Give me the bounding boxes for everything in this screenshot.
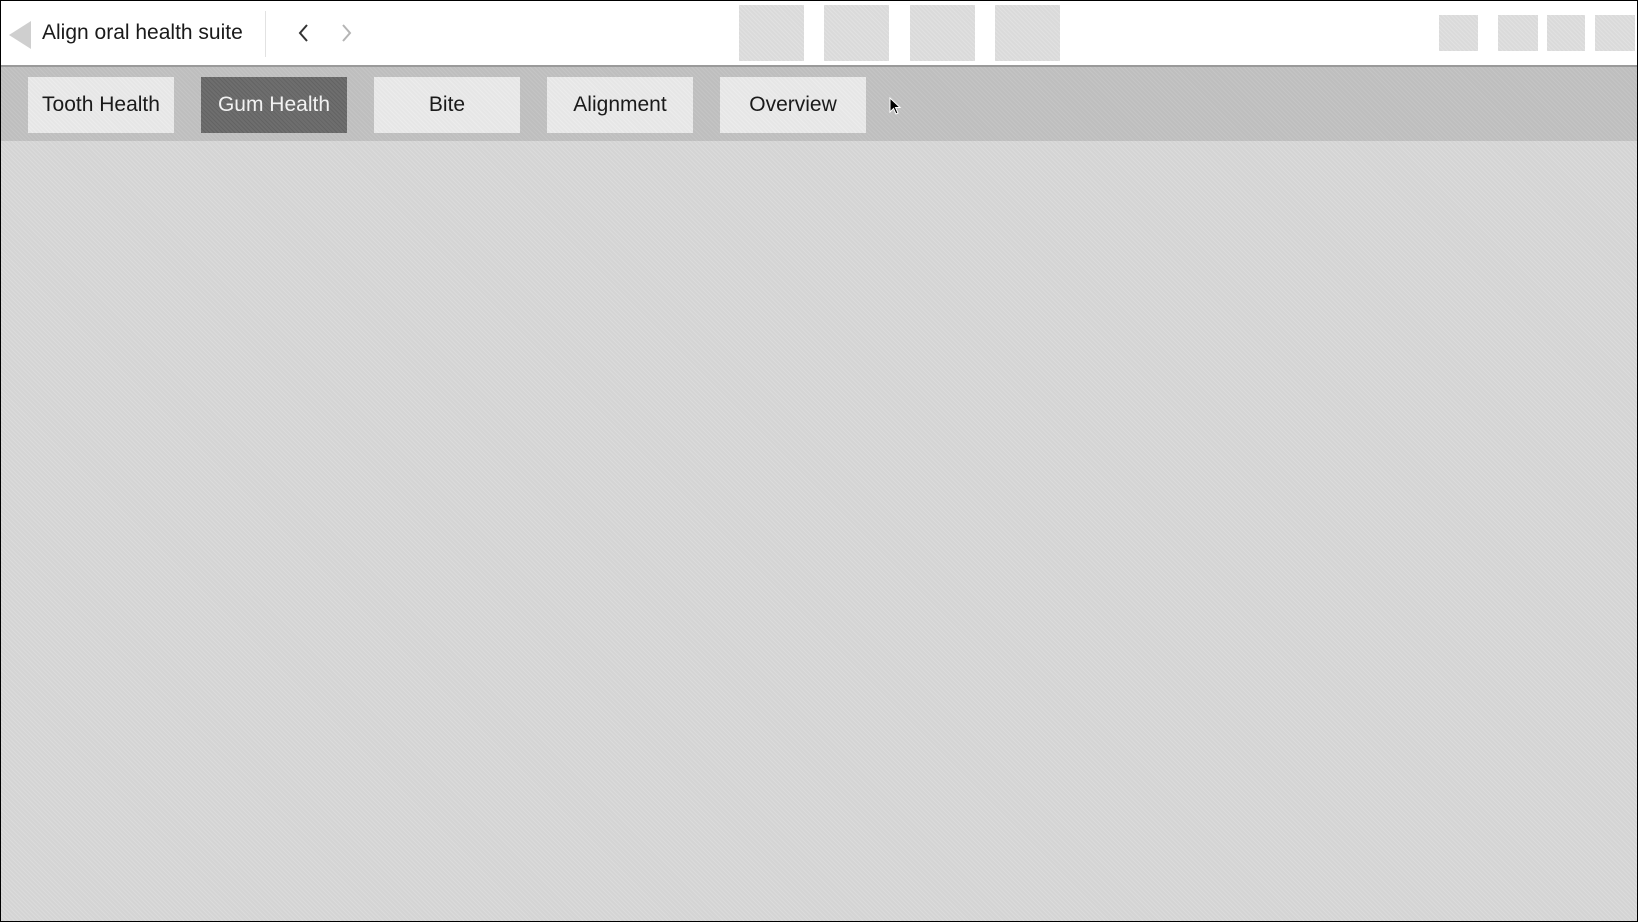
- utility-placeholder-button-4[interactable]: [1595, 15, 1635, 51]
- app-window: Align oral health suite Tooth Health Gum…: [0, 0, 1638, 922]
- app-title: Align oral health suite: [42, 21, 243, 44]
- content-area: [1, 141, 1637, 921]
- tab-tooth-health[interactable]: Tooth Health: [28, 77, 174, 133]
- toolbar-placeholder-button-3[interactable]: [910, 5, 975, 61]
- chevron-right-icon[interactable]: [334, 21, 358, 45]
- tab-bite[interactable]: Bite: [374, 77, 520, 133]
- tab-overview[interactable]: Overview: [720, 77, 866, 133]
- utility-placeholder-button-3[interactable]: [1547, 15, 1585, 51]
- utility-placeholder-button-2[interactable]: [1498, 15, 1538, 51]
- tab-bar: Tooth Health Gum Health Bite Alignment O…: [1, 65, 1637, 141]
- toolbar-placeholder-button-4[interactable]: [995, 5, 1060, 61]
- title-divider: [265, 11, 266, 57]
- back-triangle-icon[interactable]: [9, 21, 31, 49]
- toolbar-placeholder-button-2[interactable]: [824, 5, 889, 61]
- chevron-left-icon[interactable]: [292, 21, 316, 45]
- top-bar: Align oral health suite: [1, 1, 1637, 65]
- tab-alignment[interactable]: Alignment: [547, 77, 693, 133]
- toolbar-placeholder-button-1[interactable]: [739, 5, 804, 61]
- utility-placeholder-button-1[interactable]: [1439, 15, 1478, 51]
- tab-gum-health[interactable]: Gum Health: [201, 77, 347, 133]
